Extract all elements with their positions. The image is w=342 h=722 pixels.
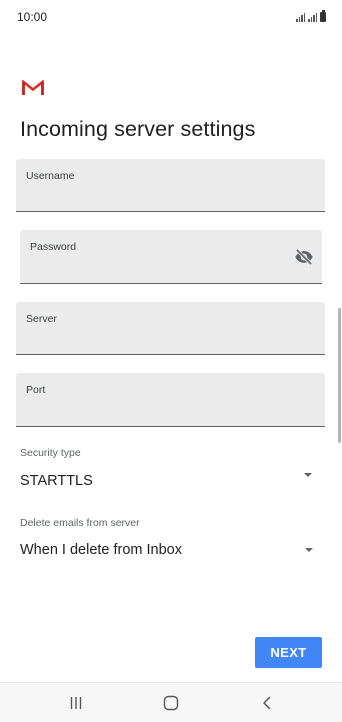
password-field[interactable]: Password [20, 230, 322, 284]
page-title: Incoming server settings [20, 117, 256, 141]
back-icon [263, 696, 271, 710]
signal-icon [296, 12, 305, 22]
visibility-off-icon[interactable] [294, 247, 314, 267]
delete-emails-dropdown[interactable]: When I delete from Inbox [16, 535, 325, 565]
delete-emails-value: When I delete from Inbox [20, 542, 182, 558]
port-label: Port [26, 384, 46, 396]
recents-icon [70, 697, 82, 709]
status-time: 10:00 [17, 10, 48, 24]
gmail-icon [22, 80, 44, 95]
username-label: Username [26, 170, 75, 182]
password-label: Password [30, 241, 77, 253]
server-label: Server [26, 313, 57, 325]
home-button[interactable] [141, 683, 201, 722]
back-button[interactable] [237, 683, 297, 722]
status-icons [296, 10, 326, 22]
home-icon [163, 695, 179, 711]
dropdown-arrow-icon [305, 548, 313, 552]
status-bar: 10:00 [0, 0, 342, 34]
scrollbar[interactable] [338, 308, 341, 443]
next-button[interactable]: NEXT [255, 637, 322, 668]
navigation-bar [0, 682, 342, 722]
battery-icon [320, 10, 326, 22]
security-type-label: Security type [20, 447, 81, 459]
security-type-value: STARTTLS [20, 473, 93, 489]
delete-emails-label: Delete emails from server [20, 517, 140, 529]
dropdown-arrow-icon [304, 473, 312, 477]
security-type-dropdown[interactable]: STARTTLS [16, 465, 325, 495]
username-field[interactable]: Username [16, 159, 325, 212]
signal-icon-2 [308, 12, 317, 22]
server-field[interactable]: Server [16, 302, 325, 355]
screen: 10:00 Incoming server settings Username … [0, 0, 342, 722]
port-field[interactable]: Port [16, 373, 325, 427]
recents-button[interactable] [46, 683, 106, 722]
